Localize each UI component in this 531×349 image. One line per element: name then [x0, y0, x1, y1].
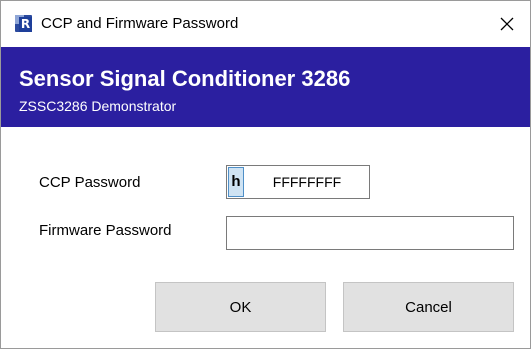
dialog-window: R CCP and Firmware Password Sensor Signa… [0, 0, 531, 349]
close-icon [500, 17, 514, 31]
hex-prefix-badge: h [228, 167, 244, 197]
header-banner: Sensor Signal Conditioner 3286 ZSSC3286 … [1, 47, 530, 127]
app-r-icon: R [15, 15, 32, 32]
window-title: CCP and Firmware Password [41, 15, 239, 32]
app-icon-letter: R [19, 17, 32, 32]
firmware-password-label: Firmware Password [39, 222, 172, 239]
ccp-password-input[interactable] [245, 166, 369, 198]
close-button[interactable] [484, 1, 530, 47]
firmware-password-input[interactable] [226, 216, 514, 250]
cancel-button[interactable]: Cancel [343, 282, 514, 332]
title-bar[interactable]: R CCP and Firmware Password [1, 1, 530, 47]
ok-button[interactable]: OK [155, 282, 326, 332]
ccp-password-label: CCP Password [39, 174, 141, 191]
ccp-password-field[interactable]: h [226, 165, 370, 199]
banner-title: Sensor Signal Conditioner 3286 [19, 66, 351, 91]
banner-subtitle: ZSSC3286 Demonstrator [19, 98, 177, 114]
